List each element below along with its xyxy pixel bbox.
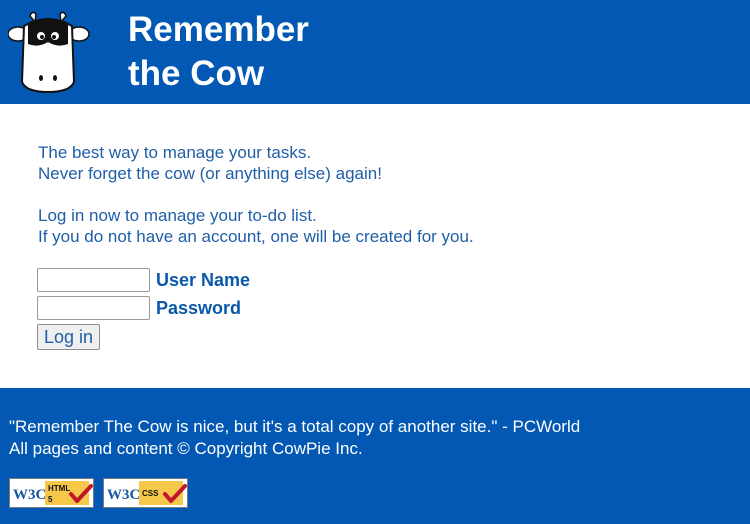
- w3c-css-badge-icon[interactable]: W3C CSS: [103, 478, 188, 508]
- w3c-html5-badge-icon[interactable]: W3C HTML 5: [9, 478, 94, 508]
- html5-badge-label: HTML: [48, 484, 70, 493]
- validation-badges: W3C HTML 5 W3C CSS: [9, 478, 188, 508]
- copyright-notice: All pages and content © Copyright CowPie…: [9, 439, 363, 458]
- w3c-css-logo: W3C: [107, 487, 140, 503]
- username-label: User Name: [156, 269, 251, 290]
- tagline: The best way to manage your tasks. Never…: [38, 142, 474, 184]
- login-button[interactable]: Log in: [37, 324, 101, 350]
- html5-badge-version: 5: [48, 495, 53, 504]
- cow-logo-icon: [8, 11, 90, 94]
- css-badge-label: CSS: [142, 489, 159, 498]
- login-form: User Name Password Log in: [37, 266, 250, 350]
- site-header: Remember the Cow: [0, 0, 750, 104]
- username-input[interactable]: [37, 268, 150, 292]
- press-quote: "Remember The Cow is nice, but it's a to…: [9, 417, 581, 436]
- main-content: The best way to manage your tasks. Never…: [0, 104, 750, 388]
- password-label: Password: [156, 297, 242, 318]
- instructions-line-2: If you do not have an account, one will …: [38, 227, 474, 246]
- page: Remember the Cow The best way to manage …: [0, 0, 750, 524]
- brand-line-1: Remember: [128, 10, 309, 49]
- brand-line-2: the Cow: [128, 54, 265, 93]
- login-instructions: Log in now to manage your to-do list. If…: [38, 205, 474, 247]
- password-row: Password: [37, 294, 250, 322]
- intro-text: The best way to manage your tasks. Never…: [38, 142, 474, 268]
- w3c-html5-logo: W3C: [13, 487, 46, 503]
- password-input[interactable]: [37, 296, 150, 320]
- username-row: User Name: [37, 266, 250, 294]
- tagline-line-2: Never forget the cow (or anything else) …: [38, 164, 382, 183]
- brand-title: Remember the Cow: [128, 8, 309, 96]
- tagline-line-1: The best way to manage your tasks.: [38, 143, 312, 162]
- site-footer: "Remember The Cow is nice, but it's a to…: [0, 388, 750, 524]
- instructions-line-1: Log in now to manage your to-do list.: [38, 206, 317, 225]
